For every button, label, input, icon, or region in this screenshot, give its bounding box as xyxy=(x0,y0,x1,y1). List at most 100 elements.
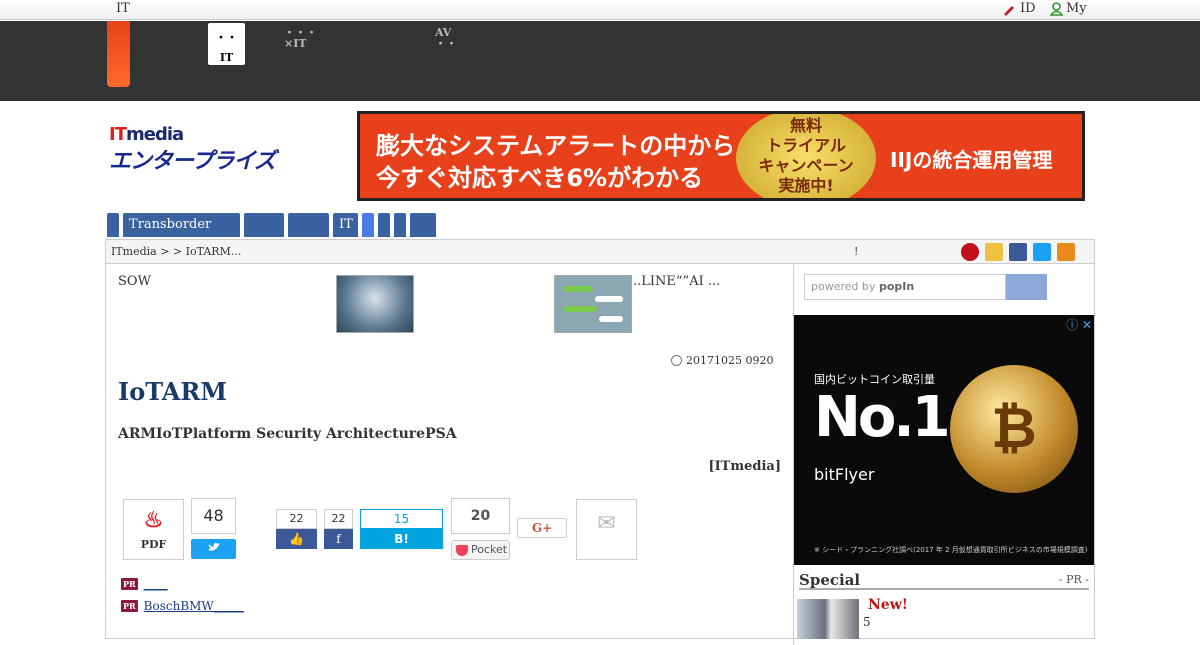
special-thumbnail[interactable] xyxy=(797,599,859,639)
google-plus-button[interactable]: G+ xyxy=(517,518,567,538)
related-link-sow[interactable]: SOW xyxy=(118,274,151,289)
header-share-icons xyxy=(961,243,1075,261)
tab-line2: IT xyxy=(219,51,234,64)
seal-line: トライアル xyxy=(766,136,846,155)
facebook-icon[interactable] xyxy=(1009,243,1027,261)
logo-it: IT xyxy=(109,124,127,145)
breadcrumb-notice: ! xyxy=(854,245,859,258)
site-logo[interactable]: ITmedia エンタープライズ xyxy=(109,124,276,175)
main-frame: ITmedia > > IoTARM... ! SOW ..LINE“”AI .… xyxy=(105,239,1095,645)
clock-icon xyxy=(671,355,682,366)
tab-line1: ・・ xyxy=(215,31,238,44)
search-input[interactable]: powered by popIn xyxy=(804,274,1006,300)
logo-media: media xyxy=(125,124,184,145)
category-tab[interactable] xyxy=(394,213,406,237)
category-tab[interactable] xyxy=(244,213,284,237)
related-thumb-face[interactable] xyxy=(336,275,414,333)
special-title: Special xyxy=(799,571,861,589)
thumbs-up-icon: 👍 xyxy=(289,532,304,546)
search-placeholder: powered by xyxy=(811,280,879,293)
logo-enterprise: エンタープライズ xyxy=(109,149,276,174)
seal-line: 実施中! xyxy=(778,176,834,195)
pdf-label: PDF xyxy=(140,538,167,551)
seal-line: 無料 xyxy=(789,116,822,135)
related-thumb-line-chat[interactable] xyxy=(554,275,632,333)
network-tab-active[interactable]: ・・ IT xyxy=(208,23,245,65)
category-tab-it[interactable]: IT xyxy=(333,213,358,237)
it-link[interactable]: IT xyxy=(116,1,130,16)
my-label: My xyxy=(1066,1,1087,16)
publish-date: 20171025 0920 xyxy=(671,354,773,367)
category-tab[interactable] xyxy=(410,213,436,237)
article-subtitle: ARMIoTPlatform Security ArchitecturePSA xyxy=(118,426,457,442)
pencil-icon xyxy=(1004,5,1014,16)
network-tab-3[interactable]: AV ・・ xyxy=(435,27,457,49)
facebook-share-count: 22 xyxy=(324,509,353,529)
network-bar: ・・ IT ・・・ ×IT AV ・・ xyxy=(0,21,1200,101)
category-tab[interactable] xyxy=(288,213,329,237)
article-source: [ITmedia] xyxy=(708,459,781,474)
ad-info-icon[interactable]: ⓘ ✕ xyxy=(1066,316,1092,333)
article-title: IoTARM xyxy=(118,377,227,406)
category-tab[interactable] xyxy=(378,213,390,237)
hatena-bookmark-button[interactable]: B! Bookmark xyxy=(360,529,443,566)
network-logo-tab[interactable] xyxy=(107,21,130,87)
twitter-button[interactable] xyxy=(191,539,236,559)
id-label: ID xyxy=(1020,1,1036,16)
mail-share-button[interactable]: ✉ xyxy=(576,499,637,560)
hatena-count: 15 xyxy=(360,509,443,529)
popin-brand: popIn xyxy=(879,280,915,293)
pr-link[interactable]: ____ xyxy=(144,577,168,591)
pdf-icon: ♨ xyxy=(143,507,164,533)
category-tab[interactable] xyxy=(362,213,374,237)
banner-ad[interactable]: 膨大なシステムアラートの中から 今すぐ対応すべき6%がわかる 無料 トライアル … xyxy=(357,111,1085,201)
rss-icon[interactable] xyxy=(1057,243,1075,261)
ad-brand: bitFlyer xyxy=(814,465,875,484)
network-tab-2[interactable]: ・・・ ×IT xyxy=(284,27,317,49)
banner-line2: 今すぐ対応すべき6%がわかる xyxy=(376,164,704,192)
special-new-label: New! xyxy=(868,597,908,613)
date-text: 20171025 0920 xyxy=(686,354,774,367)
banner-seal: 無料 トライアル キャンペーン 実施中! xyxy=(736,114,876,198)
facebook-like-button[interactable]: 👍 xyxy=(276,529,317,549)
arrow-icon[interactable] xyxy=(961,243,979,261)
pdf-button[interactable]: ♨ PDF xyxy=(123,499,184,560)
special-pr: - PR - xyxy=(1058,573,1089,586)
pocket-icon xyxy=(456,544,468,556)
my-link[interactable]: My xyxy=(1050,1,1087,16)
id-link[interactable]: ID xyxy=(1002,1,1036,16)
category-tab[interactable] xyxy=(107,213,119,237)
pr-badge: PR xyxy=(121,578,138,590)
tab-line2: ・・ xyxy=(435,37,457,50)
twitter-icon[interactable] xyxy=(1033,243,1051,261)
related-link-line[interactable]: ..LINE“”AI ... xyxy=(633,274,720,289)
mail-plus-icon: ✉ xyxy=(597,511,616,536)
sidebar: powered by popIn ⓘ ✕ 国内ビットコイン取引量 No.1 bi… xyxy=(794,265,1094,645)
ad-note: ※ シード・プランニング社調べ(2017 年 2 月仮想通貨取引所ビジネスの市場… xyxy=(814,546,1088,554)
ad-big-text: No.1 xyxy=(814,385,951,450)
banner-line1: 膨大なシステムアラートの中から xyxy=(376,132,736,160)
side-ad-bitflyer[interactable]: ⓘ ✕ 国内ビットコイン取引量 No.1 bitFlyer ₿ ※ シード・プラ… xyxy=(794,315,1094,565)
facebook-like-count: 22 xyxy=(276,509,317,529)
category-tabs: Transborder IT xyxy=(107,213,436,237)
top-utility-bar: IT ID My xyxy=(0,0,1200,20)
breadcrumb: ITmedia > > IoTARM... ! xyxy=(106,240,1094,264)
article-column: SOW ..LINE“”AI ... 20171025 0920 IoTARM … xyxy=(106,265,794,645)
tab-line2: ×IT xyxy=(284,37,307,50)
breadcrumb-text[interactable]: ITmedia > > IoTARM... xyxy=(111,245,241,258)
seal-line: キャンペーン xyxy=(758,156,854,175)
banner-right-text: IIJの統合運用管理 xyxy=(890,148,1053,172)
user-icon xyxy=(1050,1,1063,16)
twitter-bird-icon xyxy=(207,543,220,551)
bitcoin-icon: ₿ xyxy=(950,365,1078,493)
pocket-button[interactable]: Pocket xyxy=(451,540,510,560)
special-header: Special - PR - xyxy=(799,570,1089,590)
pr-item: PR BoschBMW_____ xyxy=(121,599,244,613)
pr-link[interactable]: BoschBMW_____ xyxy=(144,599,244,613)
facebook-share-button[interactable]: f xyxy=(324,529,353,549)
category-tab-transborder[interactable]: Transborder xyxy=(123,213,240,237)
twitter-count: 48 xyxy=(191,498,236,534)
special-text[interactable]: 5 xyxy=(863,615,871,629)
search-button[interactable] xyxy=(1006,274,1047,300)
mail-icon[interactable] xyxy=(985,243,1003,261)
